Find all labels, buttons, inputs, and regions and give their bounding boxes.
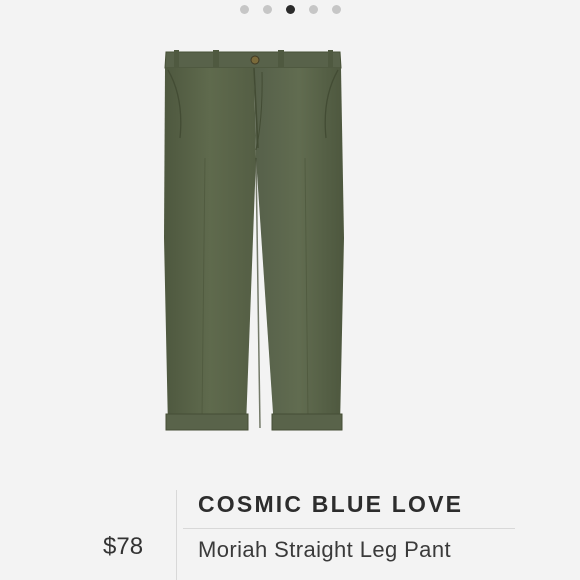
vertical-divider [176, 490, 177, 580]
carousel-indicator [0, 5, 580, 14]
horizontal-divider [183, 528, 515, 529]
product-name[interactable]: Moriah Straight Leg Pant [198, 537, 451, 563]
brand-name: COSMIC BLUE LOVE [198, 491, 464, 517]
carousel-dot-5[interactable] [331, 5, 341, 14]
pants-image[interactable] [150, 38, 360, 448]
carousel-dot-3[interactable] [285, 5, 295, 14]
carousel-dot-4[interactable] [308, 5, 318, 14]
price: $78 [103, 533, 144, 560]
carousel-dot-2[interactable] [262, 5, 272, 14]
carousel-dot-1[interactable] [239, 5, 249, 14]
product-card: $78 COSMIC BLUE LOVE Moriah Straight Leg… [0, 0, 580, 580]
